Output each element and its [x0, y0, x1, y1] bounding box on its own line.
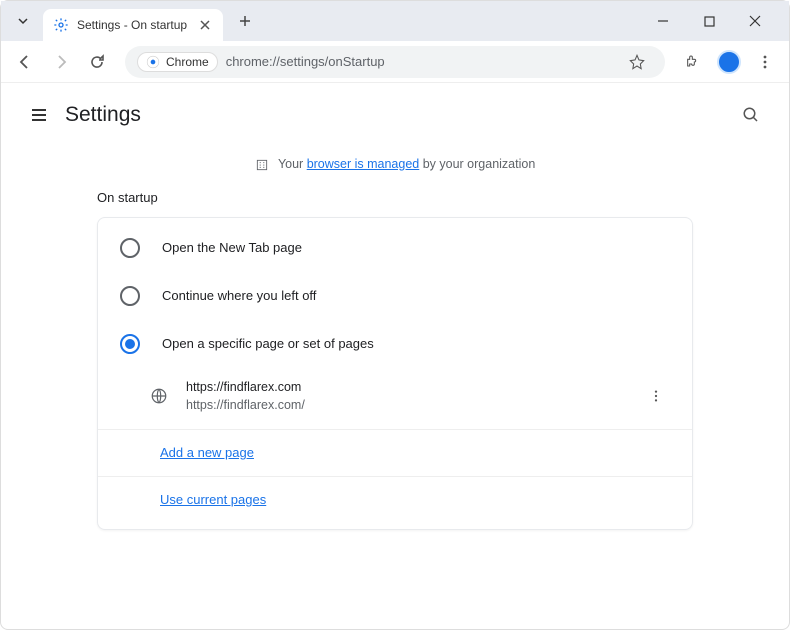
plus-icon	[239, 15, 251, 27]
profile-button[interactable]	[713, 46, 745, 78]
managed-link[interactable]: browser is managed	[307, 157, 420, 171]
add-page-link[interactable]: Add a new page	[160, 445, 254, 460]
page-entry-more-button[interactable]	[642, 382, 670, 410]
startup-options-card: Open the New Tab page Continue where you…	[97, 217, 693, 531]
globe-icon	[150, 387, 168, 405]
close-icon	[200, 20, 210, 30]
use-current-row: Use current pages	[98, 476, 692, 523]
reload-icon	[89, 54, 105, 70]
radio-icon	[120, 334, 140, 354]
radio-option-specific-pages[interactable]: Open a specific page or set of pages	[98, 320, 692, 368]
managed-prefix: Your	[278, 157, 307, 171]
extensions-button[interactable]	[677, 46, 709, 78]
settings-header: Settings	[1, 83, 789, 147]
arrow-left-icon	[17, 54, 33, 70]
more-vertical-icon	[757, 54, 773, 70]
building-icon	[255, 158, 269, 172]
titlebar: Settings - On startup	[1, 1, 789, 41]
url-text: chrome://settings/onStartup	[226, 54, 621, 69]
address-bar[interactable]: Chrome chrome://settings/onStartup	[125, 46, 665, 78]
tab-title: Settings - On startup	[77, 18, 197, 32]
page-entry-title: https://findflarex.com	[186, 378, 642, 397]
close-icon	[749, 15, 761, 27]
tab-search-dropdown[interactable]	[9, 7, 37, 35]
more-vertical-icon	[649, 389, 663, 403]
radio-label: Open the New Tab page	[162, 240, 302, 255]
maximize-icon	[704, 16, 715, 27]
puzzle-icon	[685, 54, 701, 70]
close-window-button[interactable]	[741, 7, 769, 35]
settings-content: Settings Your browser is managed by your…	[1, 83, 789, 530]
radio-option-continue[interactable]: Continue where you left off	[98, 272, 692, 320]
window-controls	[649, 7, 781, 35]
site-chip-label: Chrome	[166, 55, 209, 69]
startup-page-entry: https://findflarex.com https://findflare…	[98, 368, 692, 426]
managed-suffix: by your organization	[419, 157, 535, 171]
tab-close-button[interactable]	[197, 17, 213, 33]
radio-icon	[120, 238, 140, 258]
minimize-button[interactable]	[649, 7, 677, 35]
radio-icon	[120, 286, 140, 306]
radio-label: Open a specific page or set of pages	[162, 336, 374, 351]
maximize-button[interactable]	[695, 7, 723, 35]
minimize-icon	[657, 15, 669, 27]
site-chip[interactable]: Chrome	[137, 52, 218, 72]
page-entry-text: https://findflarex.com https://findflare…	[186, 378, 642, 416]
add-page-row: Add a new page	[98, 429, 692, 476]
hamburger-icon	[30, 106, 48, 124]
managed-banner: Your browser is managed by your organiza…	[1, 147, 789, 190]
page-title: Settings	[65, 103, 141, 127]
browser-toolbar: Chrome chrome://settings/onStartup	[1, 41, 789, 83]
arrow-right-icon	[53, 54, 69, 70]
star-icon	[629, 54, 645, 70]
bookmark-button[interactable]	[621, 46, 653, 78]
menu-toggle-button[interactable]	[21, 97, 57, 133]
page-entry-url: https://findflarex.com/	[186, 396, 642, 415]
search-icon	[742, 106, 760, 124]
section-title: On startup	[1, 190, 789, 217]
radio-option-new-tab[interactable]: Open the New Tab page	[98, 224, 692, 272]
gear-icon	[53, 17, 69, 33]
browser-tab[interactable]: Settings - On startup	[43, 9, 223, 41]
menu-button[interactable]	[749, 46, 781, 78]
use-current-link[interactable]: Use current pages	[160, 492, 266, 507]
chrome-logo-icon	[146, 55, 160, 69]
back-button[interactable]	[9, 46, 41, 78]
search-settings-button[interactable]	[733, 97, 769, 133]
reload-button[interactable]	[81, 46, 113, 78]
radio-label: Continue where you left off	[162, 288, 316, 303]
new-tab-button[interactable]	[231, 7, 259, 35]
forward-button[interactable]	[45, 46, 77, 78]
chevron-down-icon	[17, 15, 29, 27]
avatar-icon	[717, 50, 741, 74]
